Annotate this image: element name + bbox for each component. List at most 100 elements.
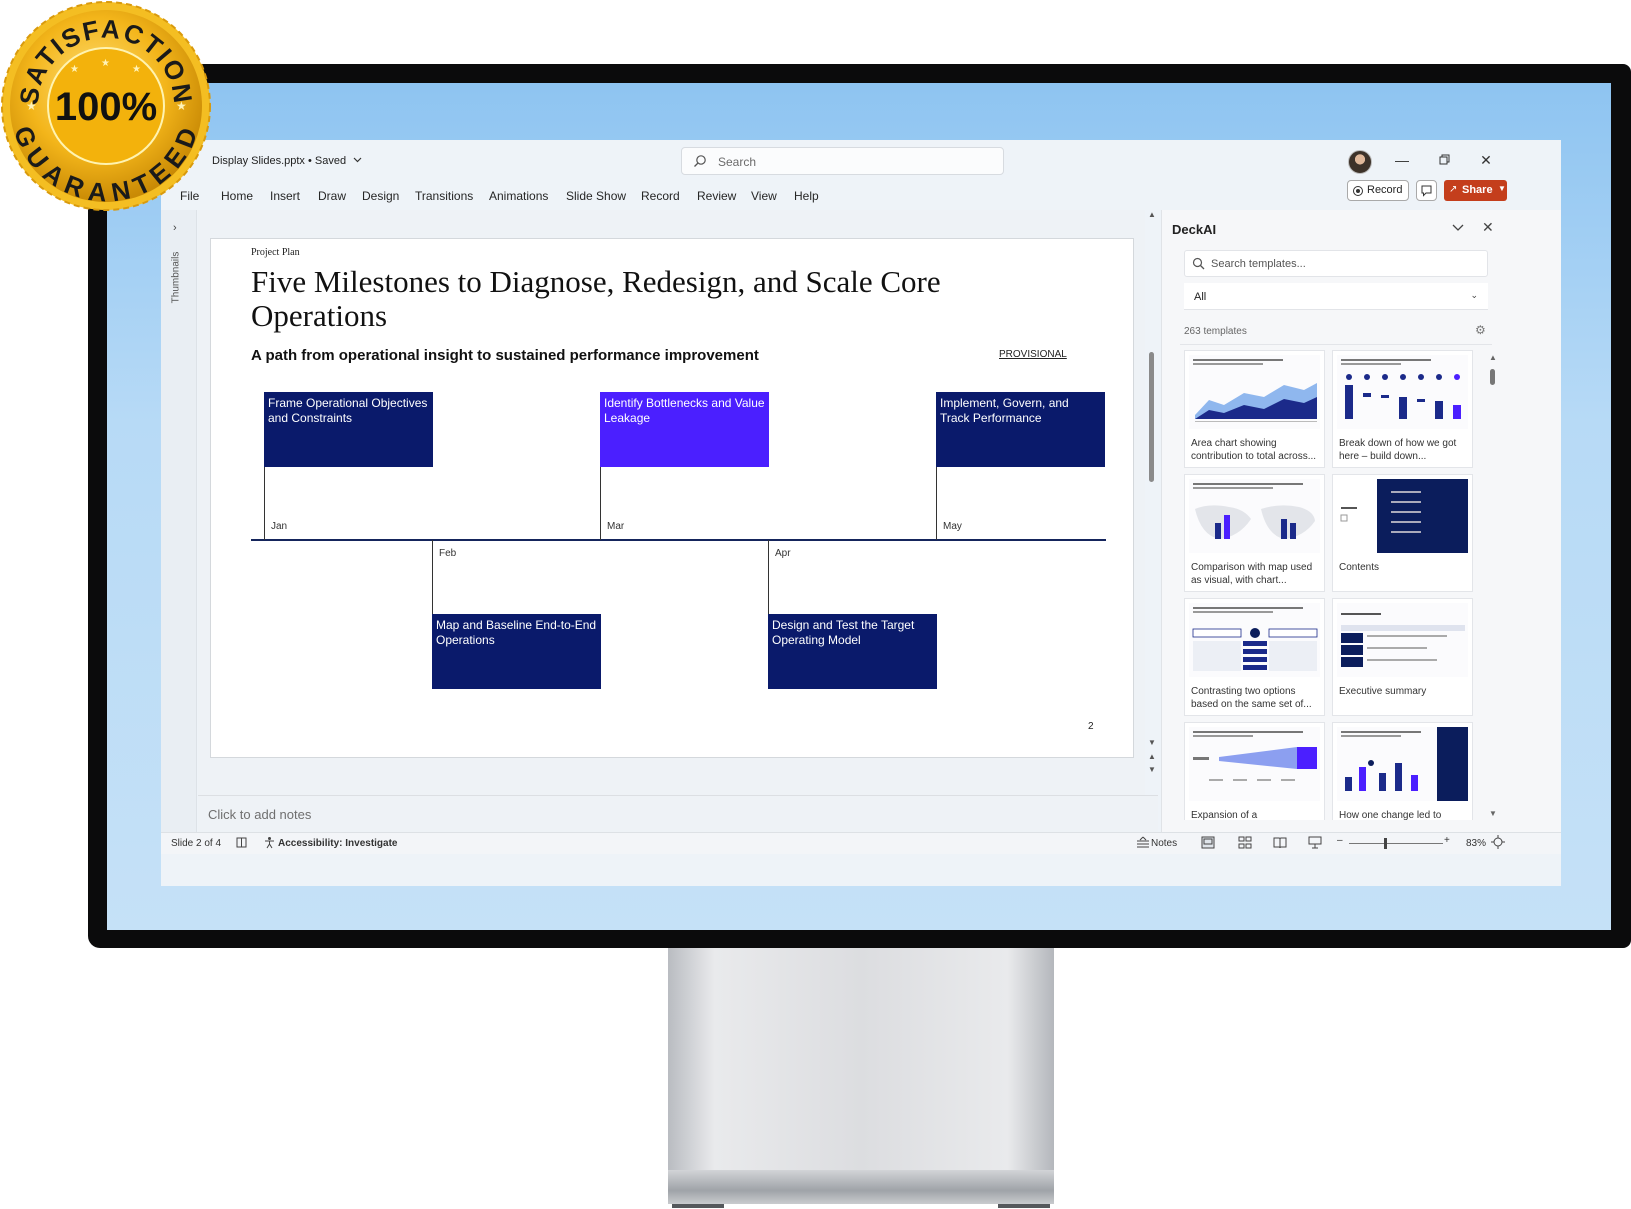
normal-view-icon[interactable] bbox=[1201, 836, 1215, 852]
scroll-down-icon[interactable]: ▼ bbox=[1489, 809, 1497, 818]
milestone-stem bbox=[600, 466, 601, 540]
monitor-foot-right bbox=[998, 1204, 1050, 1208]
milestone-box: Design and Test the Target Operating Mod… bbox=[768, 614, 937, 689]
deckai-panel: DeckAI ✕ Search templates... All ⌄ 263 t… bbox=[1161, 210, 1561, 832]
slide-subtitle: A path from operational insight to susta… bbox=[251, 347, 759, 364]
svg-text:★: ★ bbox=[176, 99, 187, 113]
seal-percent: 100% bbox=[55, 85, 157, 129]
menu-home[interactable]: Home bbox=[221, 189, 253, 203]
scrollbar-thumb[interactable] bbox=[1490, 369, 1495, 385]
menu-animations[interactable]: Animations bbox=[489, 189, 548, 203]
menu-help[interactable]: Help bbox=[794, 189, 819, 203]
svg-text:★: ★ bbox=[26, 99, 37, 113]
reading-view-icon[interactable] bbox=[1273, 836, 1287, 852]
title-bar: Display Slides.pptx • Saved Search — ✕ bbox=[161, 140, 1561, 184]
zoom-level[interactable]: 83% bbox=[1466, 838, 1486, 849]
milestone-month: Jan bbox=[271, 521, 288, 532]
notes-placeholder: Click to add notes bbox=[208, 807, 312, 822]
slide-scrollbar[interactable]: ▲ ▼ ▲ ▼ bbox=[1147, 210, 1157, 785]
template-card[interactable]: Area chart showing contribution to total… bbox=[1184, 350, 1325, 468]
menu-design[interactable]: Design bbox=[362, 189, 399, 203]
template-card[interactable]: How one change led to bbox=[1332, 722, 1473, 820]
template-card[interactable]: Contrasting two options based on the sam… bbox=[1184, 598, 1325, 716]
fit-slide-icon[interactable] bbox=[1491, 835, 1505, 852]
monitor-stand bbox=[668, 945, 1054, 1195]
document-title[interactable]: Display Slides.pptx • Saved bbox=[212, 155, 362, 167]
template-preview bbox=[1189, 479, 1320, 553]
svg-text:★: ★ bbox=[101, 58, 110, 69]
comments-button[interactable] bbox=[1416, 180, 1437, 201]
minimize-icon[interactable]: — bbox=[1387, 148, 1417, 172]
expand-thumbnails-icon[interactable]: › bbox=[173, 222, 177, 234]
next-slide-icon[interactable]: ▼ bbox=[1148, 765, 1156, 774]
record-button[interactable]: Record bbox=[1347, 180, 1409, 201]
zoom-slider-thumb[interactable] bbox=[1384, 838, 1387, 849]
template-grid: Area chart showing contribution to total… bbox=[1184, 350, 1484, 820]
slide-eyebrow: Project Plan bbox=[251, 247, 300, 258]
close-icon[interactable]: ✕ bbox=[1471, 148, 1501, 172]
record-icon bbox=[1353, 186, 1363, 196]
notes-toggle-label[interactable]: Notes bbox=[1151, 838, 1177, 849]
template-preview bbox=[1189, 727, 1320, 801]
notes-pane[interactable]: Click to add notes bbox=[198, 795, 1158, 832]
slide-title: Five Milestones to Diagnose, Redesign, a… bbox=[251, 264, 941, 333]
search-icon bbox=[693, 154, 707, 168]
menu-record[interactable]: Record bbox=[641, 189, 680, 203]
notes-icon[interactable] bbox=[1136, 836, 1150, 852]
zoom-slider[interactable] bbox=[1349, 843, 1443, 844]
zoom-out-icon[interactable]: – bbox=[1337, 835, 1343, 846]
gear-icon[interactable]: ⚙ bbox=[1475, 323, 1486, 337]
restore-icon[interactable] bbox=[1429, 148, 1459, 172]
comment-icon bbox=[1421, 185, 1432, 197]
document-name: Display Slides.pptx bbox=[212, 155, 305, 167]
previous-slide-icon[interactable]: ▲ bbox=[1148, 752, 1156, 761]
template-preview bbox=[1337, 603, 1468, 677]
monitor-foot-left bbox=[672, 1204, 724, 1208]
chevron-down-icon bbox=[353, 154, 362, 166]
milestone-month: Apr bbox=[775, 548, 791, 559]
milestone-stem bbox=[768, 540, 769, 614]
menu-draw[interactable]: Draw bbox=[318, 189, 346, 203]
milestone-month: Mar bbox=[607, 521, 625, 532]
template-count: 263 templates bbox=[1184, 326, 1247, 337]
zoom-in-icon[interactable]: + bbox=[1444, 835, 1450, 846]
menu-insert[interactable]: Insert bbox=[270, 189, 300, 203]
accessibility-icon[interactable] bbox=[263, 836, 276, 852]
thumbnails-rail[interactable]: › Thumbnails bbox=[161, 210, 197, 832]
scrollbar-thumb[interactable] bbox=[1149, 352, 1154, 482]
menu-transitions[interactable]: Transitions bbox=[415, 189, 473, 203]
presenter-view-icon[interactable] bbox=[1308, 836, 1322, 852]
provisional-tag: PROVISIONAL bbox=[999, 349, 1067, 360]
user-avatar[interactable] bbox=[1348, 150, 1372, 174]
template-card[interactable]: Contents bbox=[1332, 474, 1473, 592]
scroll-up-icon[interactable]: ▲ bbox=[1148, 210, 1156, 219]
share-icon: ↗ bbox=[1449, 184, 1458, 195]
search-icon bbox=[1192, 257, 1205, 270]
menu-review[interactable]: Review bbox=[697, 189, 736, 203]
template-search-input[interactable]: Search templates... bbox=[1184, 250, 1488, 277]
slide-editor: Project Plan Five Milestones to Diagnose… bbox=[198, 210, 1145, 805]
scroll-up-icon[interactable]: ▲ bbox=[1489, 353, 1497, 362]
milestone-box: Frame Operational Objectives and Constra… bbox=[264, 392, 433, 467]
template-preview bbox=[1337, 479, 1468, 553]
share-button[interactable]: ↗ Share ▼ bbox=[1444, 180, 1507, 201]
template-card[interactable]: Expansion of a bbox=[1184, 722, 1325, 820]
menu-view[interactable]: View bbox=[751, 189, 777, 203]
template-card[interactable]: Executive summary bbox=[1332, 598, 1473, 716]
template-filter-select[interactable]: All ⌄ bbox=[1184, 283, 1488, 310]
scroll-down-icon[interactable]: ▼ bbox=[1148, 738, 1156, 747]
template-preview bbox=[1189, 603, 1320, 677]
template-card[interactable]: Comparison with map used as visual, with… bbox=[1184, 474, 1325, 592]
milestone-stem bbox=[432, 540, 433, 614]
close-panel-icon[interactable]: ✕ bbox=[1482, 219, 1494, 236]
accessibility-status[interactable]: Accessibility: Investigate bbox=[278, 838, 398, 849]
slide-canvas[interactable]: Project Plan Five Milestones to Diagnose… bbox=[210, 238, 1134, 758]
slide-sorter-icon[interactable] bbox=[1238, 836, 1252, 852]
slide-indicator: Slide 2 of 4 bbox=[171, 838, 222, 849]
spell-check-icon[interactable] bbox=[235, 836, 248, 852]
collapse-panel-icon[interactable] bbox=[1452, 219, 1464, 237]
search-box[interactable]: Search bbox=[681, 147, 1004, 175]
template-card[interactable]: Break down of how we got here – build do… bbox=[1332, 350, 1473, 468]
panel-scrollbar[interactable]: ▲ ▼ bbox=[1489, 353, 1497, 823]
menu-slide-show[interactable]: Slide Show bbox=[566, 189, 626, 203]
